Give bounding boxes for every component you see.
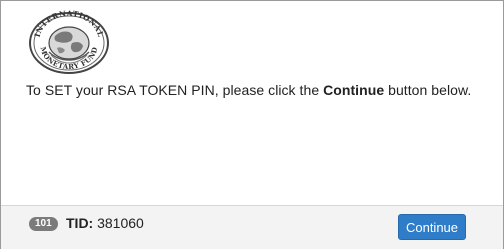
tid-label: TID:: [66, 215, 94, 231]
status-badge: 101: [29, 217, 58, 231]
dialog-footer: 101 TID: 381060 Continue: [1, 205, 503, 249]
transaction-id: TID: 381060: [66, 215, 144, 231]
dialog-content: INTERNATIONAL MONETARY FUND To SET your …: [1, 1, 503, 205]
message-bold: Continue: [323, 82, 385, 98]
tid-value: 381060: [97, 215, 144, 231]
dialog-window: INTERNATIONAL MONETARY FUND To SET your …: [0, 0, 504, 249]
message-prefix: To SET your RSA TOKEN PIN, please click …: [26, 82, 324, 98]
instruction-message: To SET your RSA TOKEN PIN, please click …: [26, 82, 471, 98]
continue-button[interactable]: Continue: [398, 214, 466, 240]
message-suffix: button below.: [384, 82, 472, 98]
imf-seal-logo: INTERNATIONAL MONETARY FUND: [29, 9, 109, 74]
